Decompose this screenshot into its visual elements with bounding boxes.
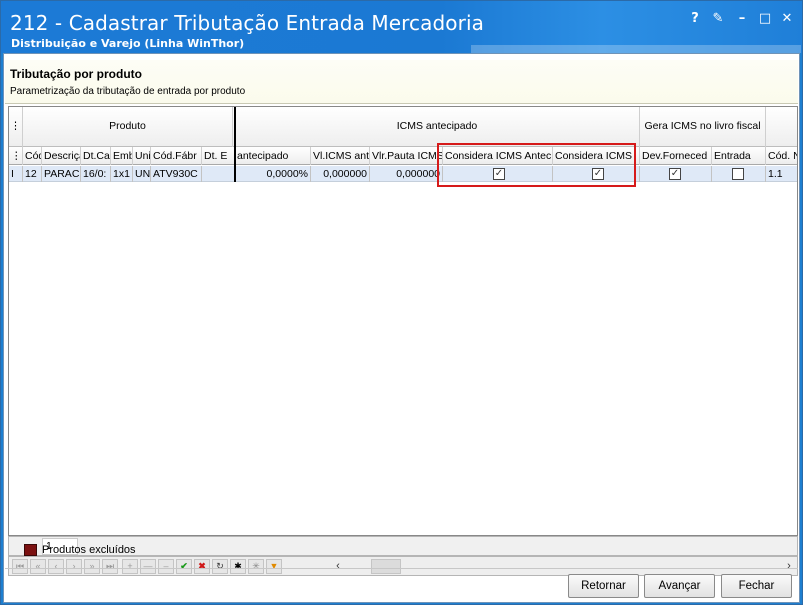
frozen-column-divider [234,107,236,182]
dev-fornecedor-checkbox[interactable]: ✓ [669,168,681,180]
next-page-icon[interactable]: » [84,559,100,574]
prior-page-icon[interactable]: « [30,559,46,574]
col-dt-ca[interactable]: Dt.Ca [81,147,111,165]
client-area: Tributação por produto Parametrização da… [3,53,800,603]
cell-dev-fornecedor: ✓ [640,166,712,182]
section-title: Tributação por produto [10,67,142,81]
cell-descricao[interactable]: PARAC [42,166,81,182]
col-uni[interactable]: Unid [133,147,151,165]
col-dt-e[interactable]: Dt. E [202,147,235,165]
window-title: 212 - Cadastrar Tributação Entrada Merca… [10,11,484,35]
scroll-left-icon[interactable]: ‹ [331,559,345,574]
main-window: 212 - Cadastrar Tributação Entrada Merca… [0,0,803,605]
col-indicator[interactable]: ⋮ [9,147,23,165]
asterisk-icon[interactable]: ✱ [230,559,246,574]
retornar-button[interactable]: Retornar [568,574,639,598]
maximize-icon[interactable]: □ [757,11,773,27]
post-check-icon[interactable]: ✔ [176,559,192,574]
col-vlr-pauta-icms[interactable]: Vlr.Pauta ICMS [370,147,443,165]
table-row[interactable]: I 12 PARAC 16/0: 1x1 UN ATV930C 0,0000% … [9,166,797,182]
col-vl-icms-ant[interactable]: Vl.ICMS ant [311,147,370,165]
first-record-icon[interactable]: ⏮ [12,559,28,574]
entrada-checkbox[interactable] [732,168,744,180]
cell-cod-fabr[interactable]: ATV930C [151,166,202,182]
help-icon[interactable]: ? [687,11,703,27]
cell-vlr-pauta-icms[interactable]: 0,000000 [370,166,443,182]
avancar-button[interactable]: Avançar [644,574,715,598]
refresh-icon[interactable]: ↻ [212,559,228,574]
close-icon[interactable]: ✕ [779,11,795,27]
legend-swatch [24,544,37,556]
sparkle-icon[interactable]: ✳ [248,559,264,574]
col-cod[interactable]: Cód [23,147,42,165]
insert-icon[interactable]: + [122,559,138,574]
col-descricao[interactable]: Descrição [42,147,81,165]
band-icms-antecipado: ICMS antecipado [235,107,640,147]
prior-record-icon[interactable]: ‹ [48,559,64,574]
cell-vl-icms-ant[interactable]: 0,000000 [311,166,370,182]
section-subtitle: Parametrização da tributação de entrada … [10,86,246,97]
cell-emb[interactable]: 1x1 [111,166,133,182]
horizontal-scrollbar-thumb[interactable] [371,559,401,574]
fechar-button[interactable]: Fechar [721,574,792,598]
band-indicator: ⋮ [9,107,23,147]
product-tax-grid[interactable]: ⋮ Produto ICMS antecipado Gera ICMS no l… [8,106,798,536]
cell-dt-e[interactable] [202,166,235,182]
title-decoration [471,45,801,53]
cell-dt-ca[interactable]: 16/0: [81,166,111,182]
cell-entrada [712,166,766,182]
col-dev-fornecedor[interactable]: Dev.Forneced [640,147,712,165]
filter-icon[interactable]: ▼ [266,559,282,574]
band-header-row: ⋮ Produto ICMS antecipado Gera ICMS no l… [9,107,797,147]
window-subtitle: Distribuição e Varejo (Linha WinThor) [11,37,245,50]
append-icon[interactable]: — [140,559,156,574]
band-produto: Produto [23,107,233,147]
col-emb[interactable]: Emb [111,147,133,165]
cell-cod-n[interactable]: 1.1 [766,166,797,182]
cell-cod[interactable]: 12 [23,166,42,182]
col-cod-fabr[interactable]: Cód.Fábr [151,147,202,165]
legend-label: Produtos excluídos [42,544,136,556]
cell-uni[interactable]: UN [133,166,151,182]
column-header-row: ⋮ Cód Descrição Dt.Ca Emb Unid Cód.Fábr … [9,147,797,165]
band-empty [766,107,797,147]
cancel-x-icon[interactable]: ✖ [194,559,210,574]
cell-antecipado[interactable]: 0,0000% [235,166,311,182]
navigator-bar: ⏮ « ‹ › » ⏭ + — – ✔ ✖ ↻ ✱ ✳ ▼ ‹ › [8,556,798,576]
bottom-separator [5,568,798,569]
title-bar: 212 - Cadastrar Tributação Entrada Merca… [1,1,802,53]
col-entrada[interactable]: Entrada [712,147,766,165]
col-cod-n[interactable]: Cód. N [766,147,797,165]
next-record-icon[interactable]: › [66,559,82,574]
scroll-right-icon[interactable]: › [782,559,796,574]
last-record-icon[interactable]: ⏭ [102,559,118,574]
edit-icon[interactable]: ✎ [710,11,726,27]
grid-menu-icon[interactable]: ⋮ [10,120,21,132]
delete-icon[interactable]: – [158,559,174,574]
highlight-box [437,143,636,187]
row-indicator: I [9,166,23,182]
band-gera-icms: Gera ICMS no livro fiscal [640,107,766,147]
col-antecipado[interactable]: antecipado [235,147,311,165]
minimize-icon[interactable]: – [734,11,750,27]
